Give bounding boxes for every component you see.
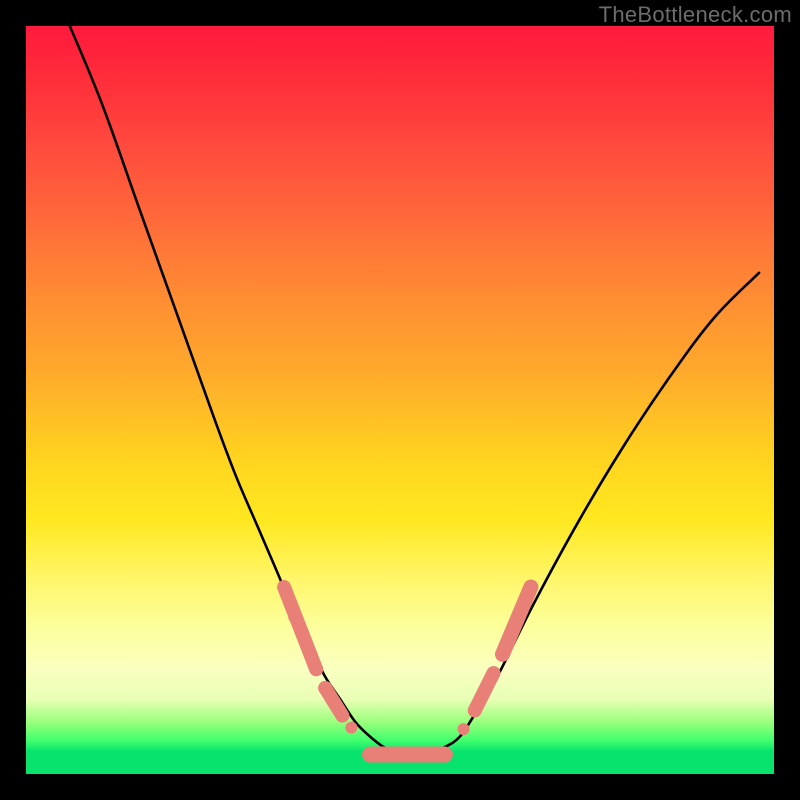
watermark-label: TheBottleneck.com bbox=[599, 2, 792, 28]
curve-marker-capsule bbox=[502, 587, 530, 654]
curve-marker bbox=[288, 610, 302, 624]
bottleneck-curve bbox=[63, 26, 759, 755]
curve-marker bbox=[345, 722, 357, 734]
curve-marker-capsule bbox=[475, 673, 494, 710]
bottleneck-curve-svg bbox=[26, 26, 774, 774]
curve-marker-capsule bbox=[325, 688, 342, 716]
curve-marker-capsule bbox=[284, 587, 316, 669]
curve-markers bbox=[284, 587, 531, 755]
curve-marker bbox=[458, 723, 470, 735]
plot-frame bbox=[26, 26, 774, 774]
